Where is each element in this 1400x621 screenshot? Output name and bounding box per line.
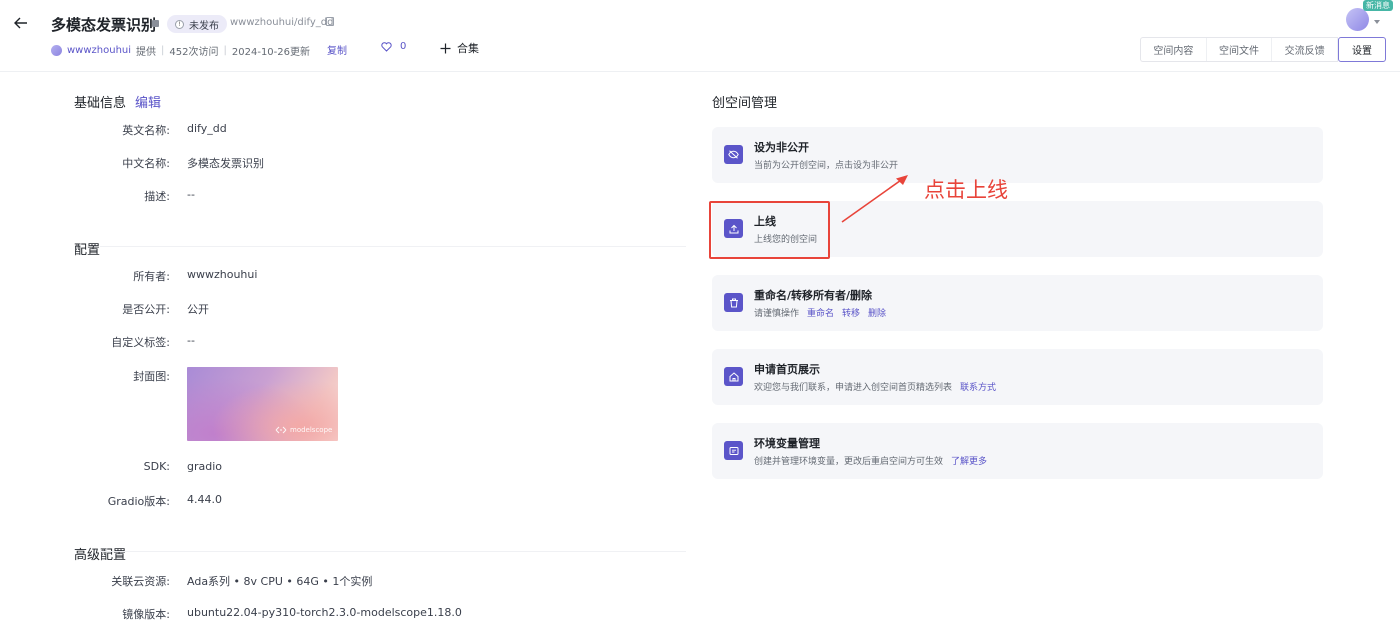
annotation-highlight-box <box>709 201 830 259</box>
public-value: 公开 <box>187 303 209 316</box>
heart-icon <box>381 41 392 52</box>
card-desc: 欢迎您与我们联系，申请进入创空间首页精选列表 联系方式 <box>754 380 996 393</box>
gradio-version-value: 4.44.0 <box>187 493 222 506</box>
tab-feedback[interactable]: 交流反馈 <box>1272 38 1339 61</box>
public-label: 是否公开: <box>122 303 170 316</box>
modelscope-logo: modelscope <box>275 426 332 434</box>
copy-button[interactable]: 复制 <box>327 42 347 57</box>
updated-date: 2024-10-26更新 <box>231 47 311 58</box>
description-value: -- <box>187 188 195 201</box>
space-type-icon <box>152 20 159 27</box>
separator: | <box>223 45 227 56</box>
plus-icon <box>440 43 451 53</box>
card-title: 重命名/转移所有者/删除 <box>754 289 873 302</box>
edit-button[interactable]: 编辑 <box>135 92 161 111</box>
english-name-label: 英文名称: <box>122 124 170 137</box>
card-title: 申请首页展示 <box>754 363 820 376</box>
visits-count: 452次访问 <box>169 47 219 58</box>
learn-more-link[interactable]: 了解更多 <box>951 457 987 467</box>
page-title: 多模态发票识别 <box>51 16 157 34</box>
meta-row: wwwzhouhui 提供 | 452次访问 | 2024-10-26更新 <box>51 43 310 58</box>
card-desc-text: 创建并管理环境变量，更改后重启空间方可生效 <box>754 457 944 467</box>
cover-logo-text: modelscope <box>290 426 333 434</box>
like-count: 0 <box>400 41 407 52</box>
english-name-value: dify_dd <box>187 122 227 135</box>
sdk-value: gradio <box>187 460 223 473</box>
section-divider <box>100 551 686 552</box>
space-management-title: 创空间管理 <box>712 96 778 111</box>
owner-avatar <box>51 45 62 56</box>
env-variables-card: 环境变量管理 创建并管理环境变量，更改后重启空间方可生效 了解更多 <box>712 423 1323 479</box>
set-private-card[interactable]: 设为非公开 当前为公开创空间，点击设为非公开 <box>712 127 1323 183</box>
owner-label: 所有者: <box>133 270 170 283</box>
chinese-name-value: 多模态发票识别 <box>187 157 264 170</box>
collection-label: 合集 <box>457 42 479 55</box>
provided-by-text: 提供 <box>136 47 157 58</box>
description-label: 描述: <box>144 190 170 203</box>
cloud-resource-label: 关联云资源: <box>111 575 170 588</box>
home-icon <box>724 367 743 386</box>
annotation-arrow-icon <box>841 175 908 223</box>
custom-tags-value: -- <box>187 334 195 347</box>
basic-info-title: 基础信息 <box>74 96 127 111</box>
space-tabs: 空间内容 空间文件 交流反馈 <box>1140 37 1339 62</box>
chevron-down-icon[interactable] <box>1374 20 1380 24</box>
info-icon: ! <box>175 19 184 29</box>
new-message-badge[interactable]: 新消息 <box>1363 0 1393 11</box>
cover-label: 封面图: <box>133 370 170 383</box>
add-to-collection-button[interactable]: 合集 <box>440 40 479 56</box>
gradio-version-label: Gradio版本: <box>107 495 170 508</box>
image-version-label: 镜像版本: <box>122 608 170 621</box>
card-desc-text: 请谨慎操作 <box>754 309 800 319</box>
image-version-value: ubuntu22.04-py310-torch2.3.0-modelscope1… <box>187 606 462 619</box>
cover-image: modelscope <box>187 367 338 441</box>
env-icon <box>724 441 743 460</box>
owner-value: wwwzhouhui <box>187 268 258 281</box>
delete-link[interactable]: 删除 <box>868 309 886 319</box>
trash-icon <box>724 293 743 312</box>
separator: | <box>161 45 165 56</box>
back-arrow-icon[interactable] <box>10 12 32 34</box>
card-desc: 创建并管理环境变量，更改后重启空间方可生效 了解更多 <box>754 454 987 467</box>
section-divider <box>100 246 686 247</box>
repo-path: wwwzhouhui/dify_dd <box>230 17 334 28</box>
annotation-text: 点击上线 <box>924 178 1008 202</box>
transfer-link[interactable]: 转移 <box>842 309 860 319</box>
copy-path-icon[interactable] <box>326 17 334 26</box>
tab-settings[interactable]: 设置 <box>1338 37 1386 62</box>
tab-space-content[interactable]: 空间内容 <box>1141 38 1207 61</box>
custom-tags-label: 自定义标签: <box>111 336 170 349</box>
apply-homepage-card: 申请首页展示 欢迎您与我们联系，申请进入创空间首页精选列表 联系方式 <box>712 349 1323 405</box>
card-desc: 请谨慎操作 重命名 转移 删除 <box>754 306 886 319</box>
card-desc-text: 欢迎您与我们联系，申请进入创空间首页精选列表 <box>754 383 953 393</box>
eye-off-icon <box>724 145 743 164</box>
owner-link[interactable]: wwwzhouhui <box>67 45 131 56</box>
status-badge: ! 未发布 <box>167 15 227 33</box>
tab-space-files[interactable]: 空间文件 <box>1207 38 1273 61</box>
card-title: 设为非公开 <box>754 141 809 154</box>
user-avatar[interactable] <box>1346 8 1369 31</box>
rename-transfer-delete-card: 重命名/转移所有者/删除 请谨慎操作 重命名 转移 删除 <box>712 275 1323 331</box>
cloud-resource-value: Ada系列 • 8v CPU • 64G • 1个实例 <box>187 575 373 588</box>
sdk-label: SDK: <box>143 460 170 473</box>
like-button[interactable]: 0 <box>381 41 406 52</box>
contact-link[interactable]: 联系方式 <box>960 383 996 393</box>
advanced-config-title: 高级配置 <box>74 548 127 563</box>
config-title: 配置 <box>74 243 101 258</box>
rename-link[interactable]: 重命名 <box>807 309 834 319</box>
status-text: 未发布 <box>189 20 219 32</box>
card-title: 环境变量管理 <box>754 437 820 450</box>
page-header: 多模态发票识别 ! 未发布 wwwzhouhui/dify_dd wwwzhou… <box>0 0 1400 72</box>
chinese-name-label: 中文名称: <box>122 157 170 170</box>
